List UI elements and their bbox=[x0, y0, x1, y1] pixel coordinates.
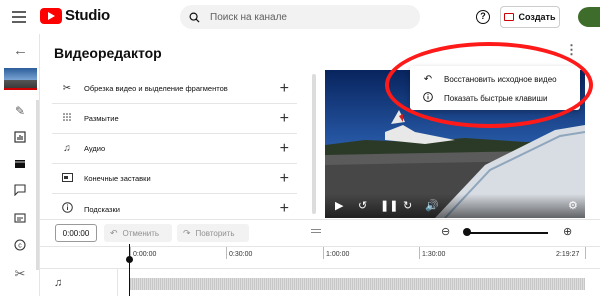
tool-blur[interactable]: Размытие + bbox=[52, 104, 297, 134]
create-label: Создать bbox=[518, 12, 556, 22]
add-icon[interactable]: + bbox=[280, 141, 289, 157]
search-placeholder: Поиск на канале bbox=[210, 11, 287, 23]
volume-icon[interactable]: 🔊 bbox=[425, 200, 439, 212]
tool-label: Подсказки bbox=[84, 204, 120, 214]
editor-film-icon[interactable] bbox=[13, 158, 27, 172]
settings-gear-icon[interactable]: ⚙ bbox=[568, 200, 578, 212]
forward-10-icon[interactable]: ↻ bbox=[403, 200, 412, 212]
more-vert-icon[interactable]: ⋮ bbox=[565, 43, 578, 56]
end-screen-icon bbox=[60, 172, 74, 185]
zoom-in-icon[interactable]: ⊕ bbox=[563, 225, 572, 238]
audio-waveform[interactable] bbox=[130, 278, 585, 290]
avatar[interactable] bbox=[578, 7, 600, 27]
create-button[interactable]: Создать bbox=[500, 6, 560, 28]
sidebar-scrollbar[interactable] bbox=[36, 100, 39, 270]
scissors-icon: ✂ bbox=[62, 83, 72, 94]
undo-button[interactable]: ↶ Отменить bbox=[104, 224, 172, 242]
copyright-icon[interactable]: c bbox=[13, 239, 27, 253]
tool-label: Обрезка видео и выделение фрагментов bbox=[84, 84, 228, 93]
svg-text:c: c bbox=[18, 243, 22, 250]
back-arrow-icon[interactable]: ← bbox=[13, 43, 28, 58]
blur-icon bbox=[60, 112, 74, 125]
play-icon[interactable]: ▶ bbox=[335, 200, 343, 212]
add-icon[interactable]: + bbox=[280, 81, 289, 97]
tool-end-screen[interactable]: Конечные заставки + bbox=[52, 164, 297, 194]
search-input[interactable]: Поиск на канале bbox=[180, 5, 420, 29]
tool-label: Размытие bbox=[84, 114, 119, 123]
ruler-label: 1:30:00 bbox=[422, 251, 446, 258]
brand-label: Studio bbox=[65, 7, 110, 24]
music-note-icon: ♫ bbox=[54, 277, 63, 289]
tool-label: Аудио bbox=[84, 144, 106, 153]
comments-icon[interactable] bbox=[13, 184, 27, 198]
info-icon bbox=[60, 202, 74, 216]
playhead-handle[interactable] bbox=[126, 256, 133, 263]
video-thumbnail[interactable] bbox=[4, 68, 37, 88]
ruler-label: 0:30:00 bbox=[229, 251, 253, 258]
top-bar: Studio Поиск на канале ? Создать bbox=[0, 0, 600, 34]
zoom-out-icon[interactable]: ⊖ bbox=[441, 225, 450, 238]
resize-handle[interactable] bbox=[311, 229, 321, 233]
youtube-logo-icon bbox=[40, 7, 62, 24]
ruler-tick bbox=[226, 247, 227, 259]
timeline-ruler: 0:00:00 0:30:00 1:00:00 1:30:00 2:19:27 bbox=[40, 246, 600, 266]
tool-label: Конечные заставки bbox=[84, 174, 151, 183]
tool-trim[interactable]: ✂ Обрезка видео и выделение фрагментов + bbox=[52, 74, 297, 104]
pause-step-icon[interactable]: ❚❚ bbox=[380, 200, 398, 212]
create-camera-icon bbox=[504, 13, 515, 21]
tools-scrollbar[interactable] bbox=[312, 74, 316, 214]
add-icon[interactable]: + bbox=[280, 111, 289, 127]
undo-label: Отменить bbox=[122, 228, 160, 238]
ruler-tick bbox=[323, 247, 324, 259]
ruler-label: 0:00:00 bbox=[133, 251, 157, 258]
highlight-oval bbox=[385, 42, 593, 128]
track-divider bbox=[117, 268, 118, 296]
add-icon[interactable]: + bbox=[280, 201, 289, 217]
subtitles-icon[interactable] bbox=[13, 212, 27, 226]
page-title: Видеоредактор bbox=[54, 45, 162, 61]
sidebar: ← ✎ c ✂ bbox=[0, 34, 40, 296]
redo-icon: ↷ bbox=[183, 227, 191, 238]
scissors-icon[interactable]: ✂ bbox=[13, 267, 27, 281]
add-icon[interactable]: + bbox=[280, 171, 289, 187]
rewind-10-icon[interactable]: ↺ bbox=[358, 200, 367, 212]
divider bbox=[40, 219, 600, 220]
music-note-icon: ♫ bbox=[63, 143, 71, 154]
menu-icon[interactable] bbox=[12, 11, 26, 23]
tool-audio[interactable]: ♫ Аудио + bbox=[52, 134, 297, 164]
current-time-field[interactable]: 0:00:00 bbox=[55, 224, 97, 242]
zoom-slider-track[interactable] bbox=[466, 232, 548, 234]
youtube-studio-logo[interactable]: Studio bbox=[40, 7, 110, 24]
playhead[interactable] bbox=[129, 244, 130, 296]
redo-label: Повторить bbox=[195, 228, 235, 238]
help-circle-icon[interactable]: ? bbox=[476, 10, 490, 24]
ruler-tick bbox=[419, 247, 420, 259]
analytics-icon[interactable] bbox=[13, 131, 27, 145]
redo-button[interactable]: ↷ Повторить bbox=[177, 224, 249, 242]
search-icon bbox=[189, 12, 200, 23]
thumbnail-progress bbox=[4, 88, 37, 90]
ruler-label: 1:00:00 bbox=[326, 251, 350, 258]
video-controls: ▶ ↺ ❚❚ ↻ 🔊 ⚙ bbox=[325, 194, 585, 218]
zoom-slider-thumb[interactable] bbox=[463, 228, 471, 236]
ruler-label: 2:19:27 bbox=[556, 251, 580, 258]
undo-icon: ↶ bbox=[110, 227, 118, 238]
ruler-tick bbox=[585, 247, 586, 259]
pencil-icon[interactable]: ✎ bbox=[13, 104, 27, 118]
tools-list: ✂ Обрезка видео и выделение фрагментов +… bbox=[52, 74, 297, 224]
